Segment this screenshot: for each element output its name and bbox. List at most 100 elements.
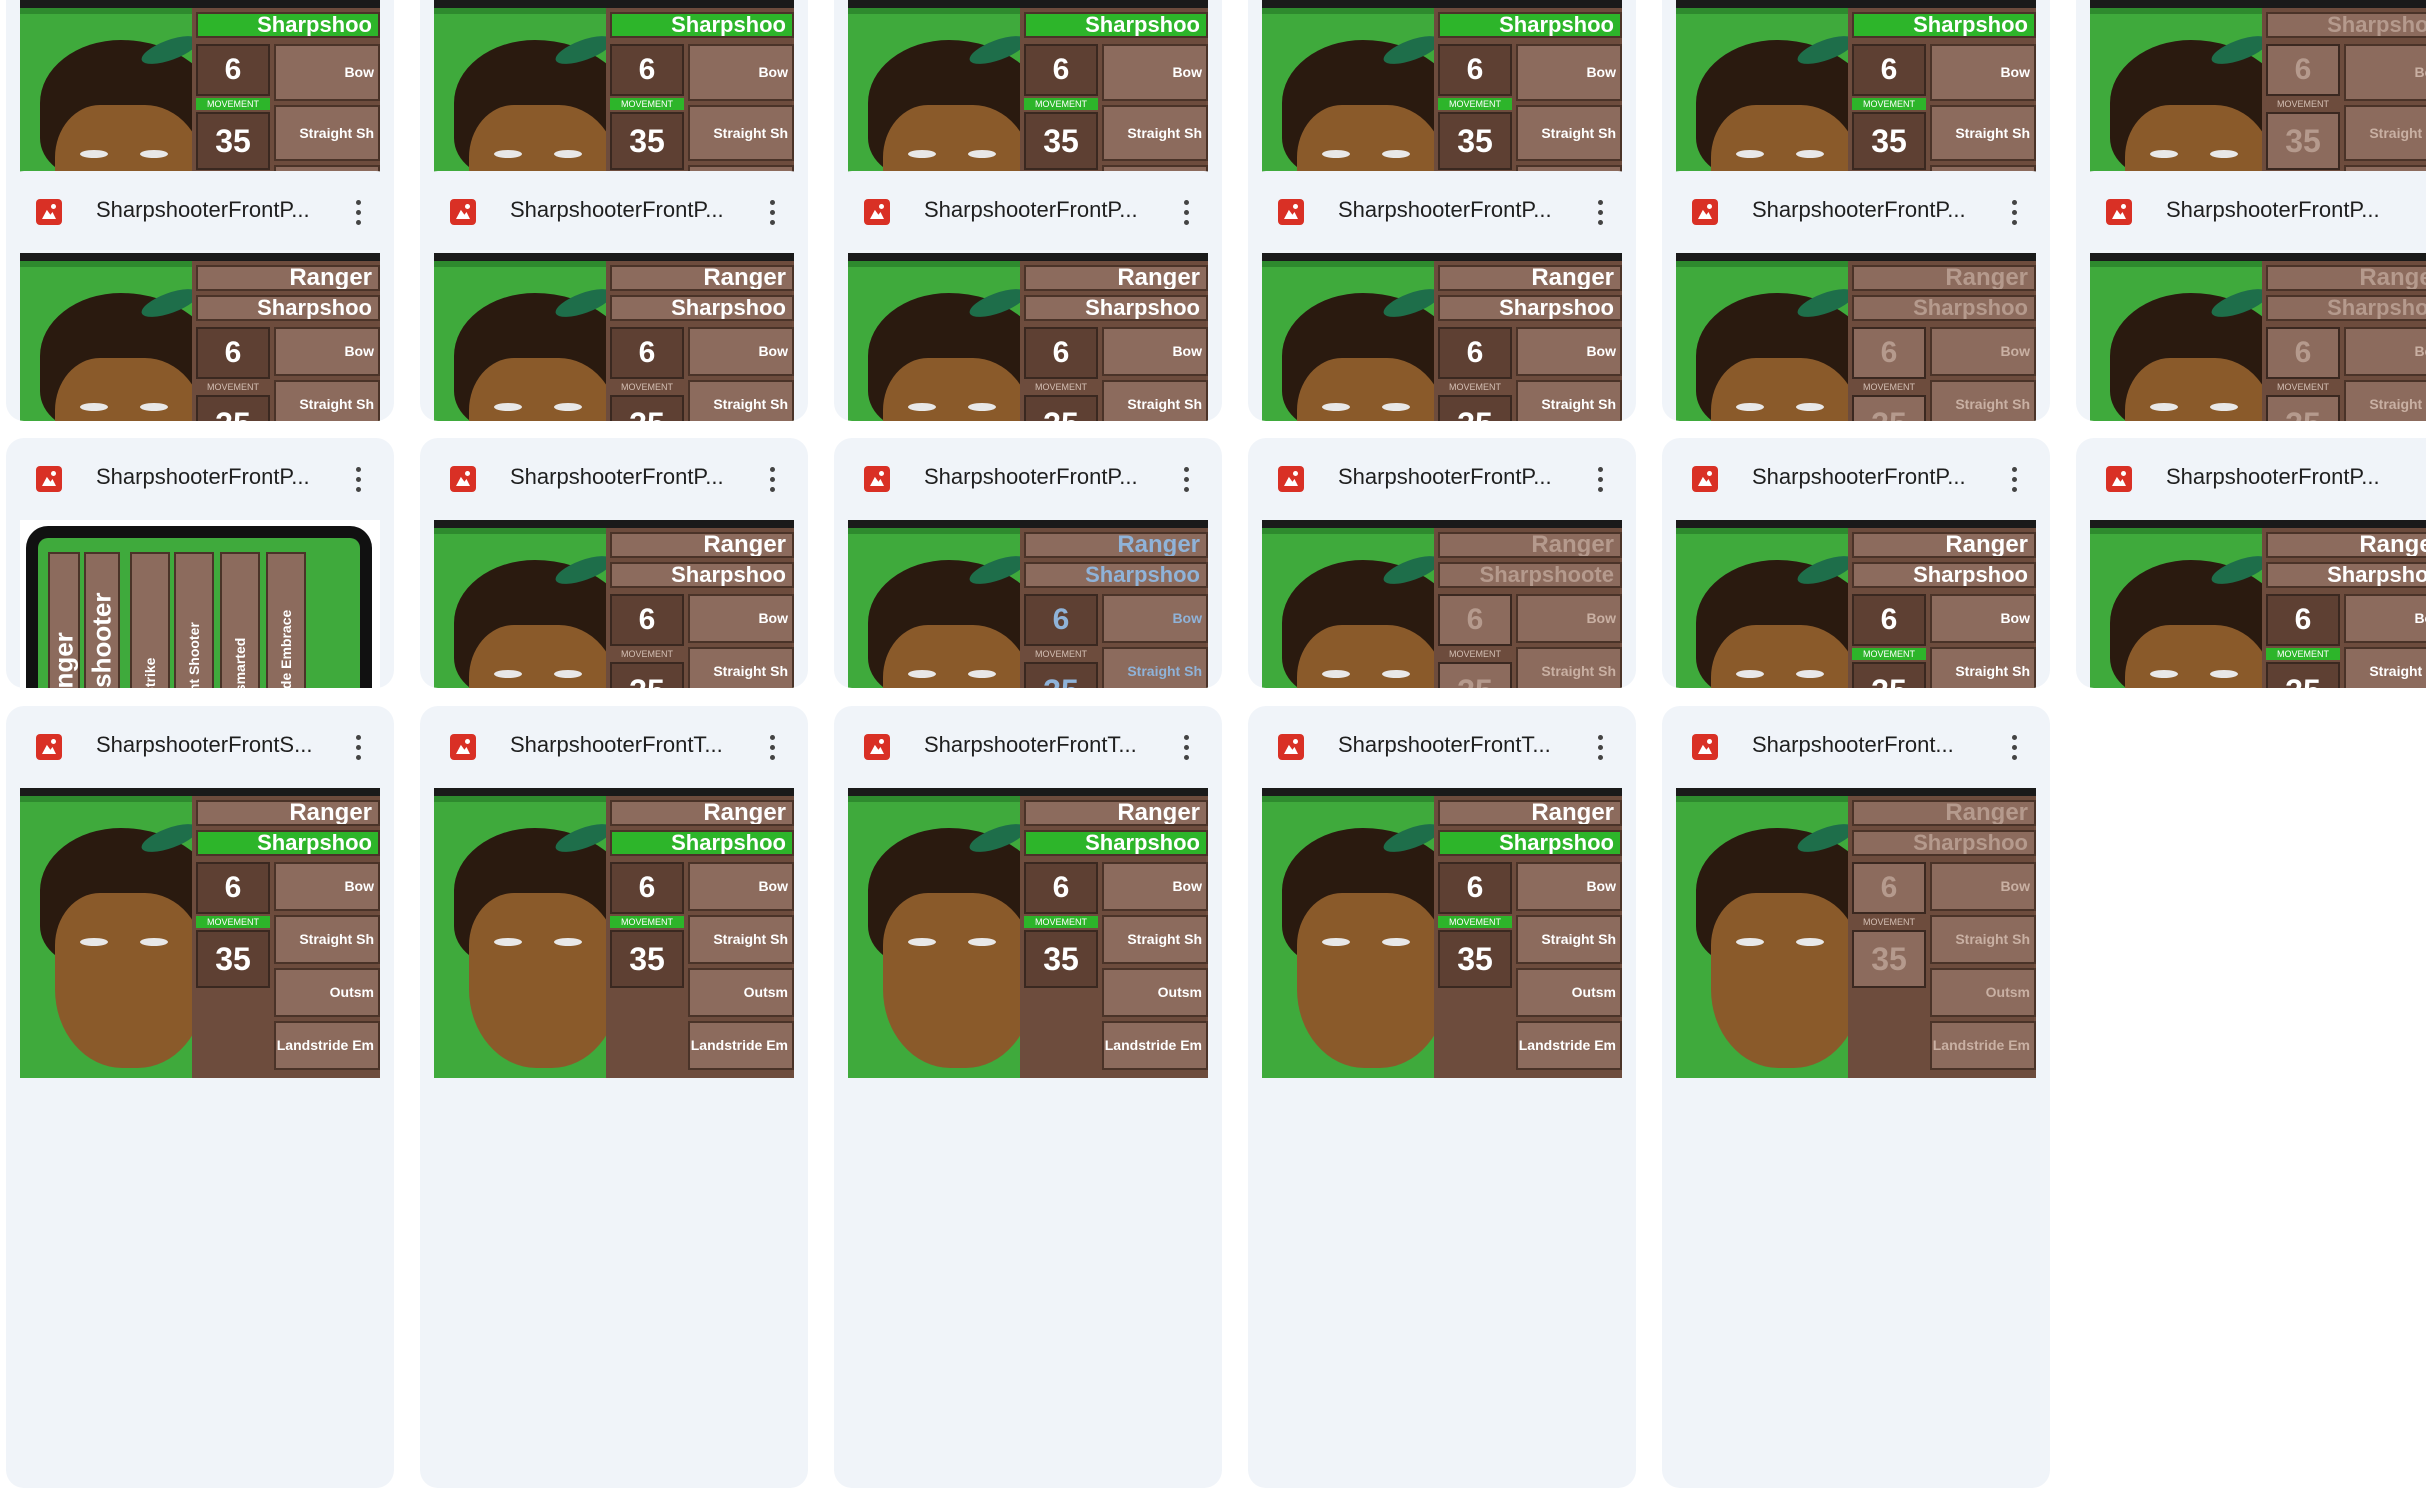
- more-options-icon[interactable]: [2416, 462, 2426, 496]
- file-name[interactable]: SharpshooterFrontP...: [510, 197, 740, 223]
- file-name[interactable]: SharpshooterFrontP...: [2166, 197, 2396, 223]
- ability-row: Bow: [688, 862, 794, 911]
- file-card[interactable]: SharpshooterFrontP... Ranger Sharpshoo 6 MOV…: [834, 171, 1222, 421]
- file-card[interactable]: SharpshooterFrontT... Ranger Sharpshoo 6 MOV…: [834, 706, 1222, 1488]
- ability-row: Bow: [2344, 594, 2426, 643]
- file-thumbnail[interactable]: Ranger Sharpshoo 6 MOVEMENT 35BowStraight Sh…: [1676, 520, 2036, 688]
- file-card-header[interactable]: SharpshooterFrontP...: [2076, 438, 2426, 520]
- file-name[interactable]: SharpshooterFrontP...: [510, 464, 740, 490]
- file-name[interactable]: SharpshooterFrontP...: [1338, 197, 1568, 223]
- file-card[interactable]: SharpshooterFrontS... Ranger Sharpshoo 6 MOV…: [6, 706, 394, 1488]
- file-thumbnail[interactable]: Ranger Sharpshoo 6 MOVEMENT 35BowStraight Sh…: [2090, 520, 2426, 688]
- more-options-icon[interactable]: [760, 195, 784, 229]
- more-options-icon[interactable]: [1174, 195, 1198, 229]
- more-options-icon[interactable]: [2416, 195, 2426, 229]
- file-card-header[interactable]: SharpshooterFrontS...: [6, 706, 394, 788]
- file-card[interactable]: SharpshooterFrontP... Ranger Sharpshoote 6 M…: [1248, 438, 1636, 688]
- file-name[interactable]: SharpshooterFrontP...: [96, 197, 326, 223]
- more-options-icon[interactable]: [2002, 462, 2026, 496]
- file-thumbnail[interactable]: Ranger Sharpshoo 6 MOVEMENT 35BowStraight Sh…: [1262, 788, 1622, 1078]
- file-card[interactable]: SharpshooterFrontT... Ranger Sharpshoo 6 MOV…: [420, 706, 808, 1488]
- file-card[interactable]: SharpshooterFrontP... Ranger Sharpshooter S…: [6, 438, 394, 688]
- more-options-icon[interactable]: [1588, 462, 1612, 496]
- file-thumbnail[interactable]: Ranger Sharpshoo 6 MOVEMENT 35BowStraight Sh…: [848, 520, 1208, 688]
- ability-row: Straight Sh: [1930, 380, 2036, 421]
- more-options-icon[interactable]: [346, 195, 370, 229]
- file-thumbnail[interactable]: Ranger Sharpshoote 6 MOVEMENT 35BowStraight …: [1262, 520, 1622, 688]
- class-label-sharpshooter: Sharpshoo: [1438, 830, 1622, 856]
- stat-panel: Ranger Sharpshoo 6 MOVEMENT 35BowStraight Sh…: [1848, 796, 2036, 1078]
- character-eye: [80, 403, 108, 411]
- file-grid: Sharpshoo6MOVEMENT35BowStraight ShOutsmL…: [0, 0, 2426, 1488]
- more-options-icon[interactable]: [1588, 195, 1612, 229]
- character-eye: [80, 150, 108, 158]
- file-thumbnail[interactable]: Ranger Sharpshoo 6 MOVEMENT 35BowStraight Sh…: [1676, 788, 2036, 1078]
- file-thumbnail[interactable]: Ranger Sharpshoo 6 MOVEMENT 35BowStraight Sh…: [848, 253, 1208, 421]
- file-thumbnail[interactable]: Ranger Sharpshoo 6 MOVEMENT 35BowStraight Sh…: [2090, 253, 2426, 421]
- more-options-icon[interactable]: [346, 730, 370, 764]
- file-name[interactable]: SharpshooterFrontP...: [96, 464, 326, 490]
- file-name[interactable]: SharpshooterFrontS...: [96, 732, 326, 758]
- file-card-header[interactable]: SharpshooterFrontP...: [1248, 438, 1636, 520]
- file-name[interactable]: SharpshooterFrontP...: [1752, 197, 1982, 223]
- ability-row: Straight Sh: [1516, 104, 1622, 161]
- file-thumbnail[interactable]: Ranger Sharpshoo 6 MOVEMENT 35BowStraight Sh…: [20, 788, 380, 1078]
- file-card-header[interactable]: SharpshooterFrontP...: [1662, 438, 2050, 520]
- file-card[interactable]: SharpshooterFrontT... Ranger Sharpshoo 6 MOV…: [1248, 706, 1636, 1488]
- file-card-header[interactable]: SharpshooterFrontP...: [420, 171, 808, 253]
- file-thumbnail[interactable]: Ranger Sharpshoo 6 MOVEMENT 35BowStraight Sh…: [434, 788, 794, 1078]
- file-card-header[interactable]: SharpshooterFrontP...: [1248, 171, 1636, 253]
- file-card[interactable]: SharpshooterFrontP... Ranger Sharpshoo 6 MOV…: [6, 171, 394, 421]
- file-thumbnail[interactable]: Ranger Sharpshoo 6 MOVEMENT 35BowStraight Sh…: [1262, 253, 1622, 421]
- file-name[interactable]: SharpshooterFrontT...: [510, 732, 740, 758]
- more-options-icon[interactable]: [1588, 730, 1612, 764]
- file-thumbnail[interactable]: Ranger Sharpshoo 6 MOVEMENT 35BowStraight Sh…: [434, 253, 794, 421]
- file-thumbnail[interactable]: Ranger Sharpshoo 6 MOVEMENT 35BowStraight Sh…: [1676, 253, 2036, 421]
- file-card-header[interactable]: SharpshooterFrontT...: [420, 706, 808, 788]
- file-name[interactable]: SharpshooterFrontT...: [924, 732, 1154, 758]
- file-card[interactable]: SharpshooterFront... Ranger Sharpshoo 6 MOVE…: [1662, 706, 2050, 1488]
- more-options-icon[interactable]: [346, 462, 370, 496]
- file-card[interactable]: SharpshooterFrontP... Ranger Sharpshoo 6 MOV…: [834, 438, 1222, 688]
- character-eye: [1322, 670, 1350, 678]
- more-options-icon[interactable]: [1174, 730, 1198, 764]
- file-card-header[interactable]: SharpshooterFrontP...: [1662, 171, 2050, 253]
- file-thumbnail[interactable]: Ranger Sharpshoo 6 MOVEMENT 35BowStraight Sh…: [20, 253, 380, 421]
- file-card-header[interactable]: SharpshooterFrontP...: [834, 171, 1222, 253]
- file-card[interactable]: SharpshooterFrontP... Ranger Sharpshoo 6 MOV…: [2076, 171, 2426, 421]
- file-card[interactable]: SharpshooterFrontP... Ranger Sharpshoo 6 MOV…: [1662, 171, 2050, 421]
- file-card-header[interactable]: SharpshooterFrontP...: [834, 438, 1222, 520]
- character-eye: [968, 938, 996, 946]
- file-thumbnail[interactable]: Ranger Sharpshooter Strike Straight Shooter…: [20, 520, 380, 688]
- file-thumbnail[interactable]: Ranger Sharpshoo 6 MOVEMENT 35BowStraight Sh…: [848, 788, 1208, 1078]
- more-options-icon[interactable]: [760, 462, 784, 496]
- more-options-icon[interactable]: [2002, 195, 2026, 229]
- more-options-icon[interactable]: [760, 730, 784, 764]
- file-card-header[interactable]: SharpshooterFrontP...: [420, 438, 808, 520]
- file-name[interactable]: SharpshooterFrontP...: [1752, 464, 1982, 490]
- file-card[interactable]: SharpshooterFrontP... Ranger Sharpshoo 6 MOV…: [1662, 438, 2050, 688]
- file-card-header[interactable]: SharpshooterFrontP...: [6, 171, 394, 253]
- file-name[interactable]: SharpshooterFront...: [1752, 732, 1982, 758]
- image-file-icon: [36, 734, 62, 760]
- thumb-top-bar: [434, 253, 794, 261]
- file-thumbnail[interactable]: Ranger Sharpshoo 6 MOVEMENT 35BowStraight Sh…: [434, 520, 794, 688]
- file-name[interactable]: SharpshooterFrontT...: [1338, 732, 1568, 758]
- file-card-header[interactable]: SharpshooterFrontT...: [1248, 706, 1636, 788]
- file-card-header[interactable]: SharpshooterFrontP...: [6, 438, 394, 520]
- file-card-header[interactable]: SharpshooterFront...: [1662, 706, 2050, 788]
- movement-label: MOVEMENT: [610, 381, 684, 393]
- more-options-icon[interactable]: [2002, 730, 2026, 764]
- file-card[interactable]: SharpshooterFrontP... Ranger Sharpshoo 6 MOV…: [1248, 171, 1636, 421]
- file-card[interactable]: SharpshooterFrontP... Ranger Sharpshoo 6 MOV…: [2076, 438, 2426, 688]
- file-name[interactable]: SharpshooterFrontP...: [924, 464, 1154, 490]
- file-name[interactable]: SharpshooterFrontP...: [1338, 464, 1568, 490]
- file-card[interactable]: SharpshooterFrontP... Ranger Sharpshoo 6 MOV…: [420, 171, 808, 421]
- stat-panel: Ranger Sharpshoo 6 MOVEMENT 35BowStraight Sh…: [1434, 796, 1622, 1078]
- file-name[interactable]: SharpshooterFrontP...: [924, 197, 1154, 223]
- file-card-header[interactable]: SharpshooterFrontT...: [834, 706, 1222, 788]
- file-name[interactable]: SharpshooterFrontP...: [2166, 464, 2396, 490]
- file-card-header[interactable]: SharpshooterFrontP...: [2076, 171, 2426, 253]
- more-options-icon[interactable]: [1174, 462, 1198, 496]
- file-card[interactable]: SharpshooterFrontP... Ranger Sharpshoo 6 MOV…: [420, 438, 808, 688]
